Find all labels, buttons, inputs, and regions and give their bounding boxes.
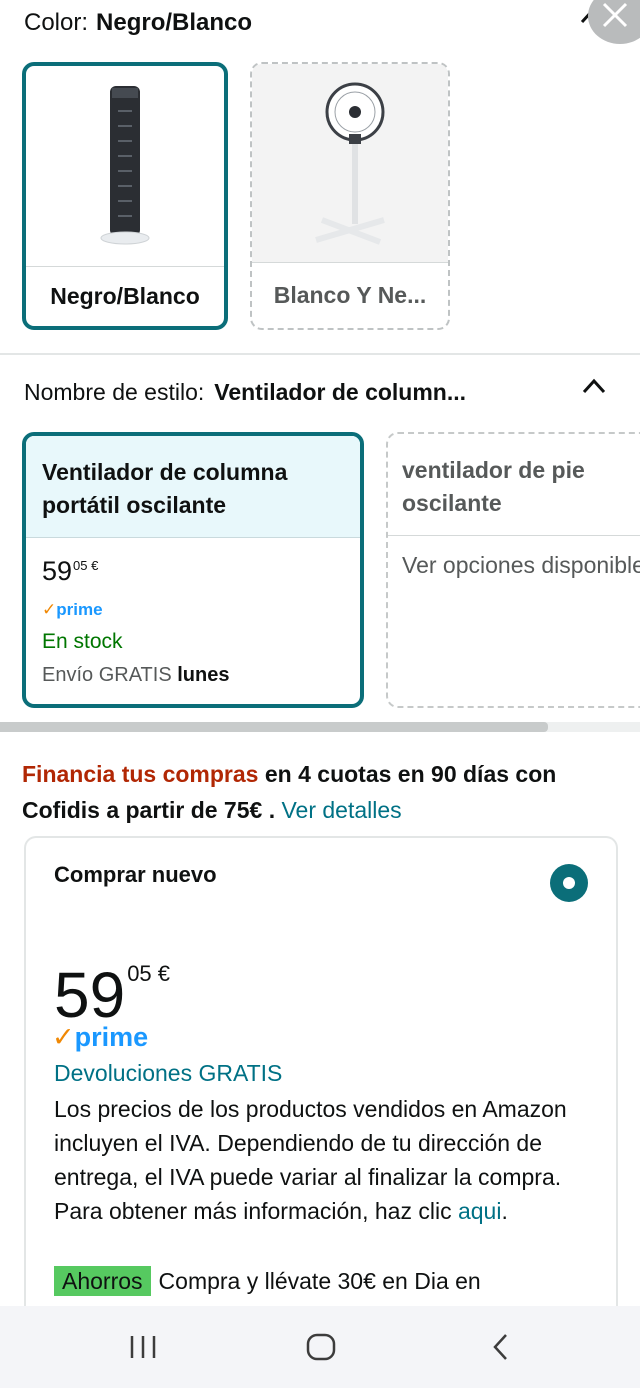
savings-offer: Ahorros Compra y llévate 30€ en Dia en	[54, 1266, 481, 1296]
pedestal-fan-image	[252, 64, 448, 262]
free-returns-link[interactable]: Devoluciones GRATIS	[54, 1060, 282, 1087]
home-icon[interactable]	[305, 1332, 337, 1362]
swatch-label: Blanco Y Ne...	[252, 262, 448, 328]
swatch-label: Negro/Blanco	[26, 266, 224, 326]
selected-style: Ventilador de column...	[214, 379, 467, 405]
color-swatch-blanco-negro[interactable]: Blanco Y Ne...	[250, 62, 450, 330]
prime-badge: ✓prime	[52, 1022, 148, 1053]
back-icon[interactable]	[486, 1332, 516, 1362]
vat-info: Los precios de los productos vendidos en…	[54, 1092, 574, 1228]
tower-fan-image	[26, 66, 224, 266]
recent-apps-icon[interactable]	[126, 1332, 160, 1362]
see-options-text: Ver opciones disponibles	[402, 552, 640, 578]
buy-new-radio[interactable]	[550, 864, 588, 902]
shipping-day: lunes	[177, 664, 230, 686]
shipping-label: Envío GRATIS	[42, 664, 172, 686]
vat-end: .	[501, 1198, 508, 1224]
style-option-title: Ventilador de columna portátil oscilante	[26, 436, 360, 538]
buy-new-card[interactable]: Comprar nuevo 5905 € ✓prime Devoluciones…	[24, 836, 618, 1356]
buy-new-title: Comprar nuevo	[54, 862, 217, 887]
close-icon	[602, 2, 628, 28]
option-price-whole: 59	[42, 556, 73, 586]
prime-check-icon: ✓	[42, 600, 57, 619]
style-option-title: ventilador de pie oscilante	[388, 434, 640, 536]
prime-badge: ✓prime	[42, 600, 103, 620]
style-option-title-line1: Ventilador de columna	[42, 459, 288, 485]
horizontal-scrollbar-thumb[interactable]	[0, 722, 548, 732]
savings-badge: Ahorros	[54, 1266, 151, 1296]
color-selector-label: Color: Negro/Blanco	[24, 6, 252, 40]
color-label: Color:	[24, 9, 89, 36]
stock-status: En stock	[42, 630, 123, 653]
financing-offer: Financia tus compras en 4 cuotas en 90 d…	[22, 756, 602, 828]
style-option-pedestal-fan[interactable]: ventilador de pie oscilante Ver opciones…	[386, 432, 640, 708]
buy-new-price-fraction: 05 €	[127, 961, 171, 986]
chevron-up-icon[interactable]	[580, 376, 608, 396]
option-price: 5905 €	[42, 556, 98, 587]
buy-new-price: 5905 €	[54, 938, 170, 1031]
section-divider	[0, 353, 640, 355]
shipping-info: Envío GRATIS lunes	[42, 664, 229, 687]
prime-label: prime	[56, 600, 103, 619]
savings-text: Compra y llévate 30€ en Dia en	[158, 1268, 481, 1294]
financing-details-link[interactable]: Ver detalles	[281, 797, 401, 823]
buy-new-price-whole: 59	[54, 959, 126, 1031]
close-button[interactable]	[588, 0, 640, 44]
style-option-title-line2: portátil oscilante	[42, 492, 227, 518]
color-swatch-negro-blanco[interactable]: Negro/Blanco	[22, 62, 228, 330]
system-navigation-bar	[0, 1306, 640, 1388]
style-option-title-line2: oscilante	[402, 490, 502, 516]
selected-color: Negro/Blanco	[96, 9, 253, 36]
prime-check-icon: ✓	[52, 1022, 75, 1052]
style-label: Nombre de estilo:	[24, 379, 205, 405]
option-price-fraction: 05 €	[73, 558, 99, 573]
style-option-column-fan[interactable]: Ventilador de columna portátil oscilante…	[22, 432, 364, 708]
style-selector-label: Nombre de estilo: Ventilador de column...	[24, 376, 466, 408]
vat-info-link[interactable]: aqui	[458, 1198, 501, 1224]
style-option-title-line1: ventilador de pie	[402, 457, 585, 483]
prime-label: prime	[74, 1022, 149, 1052]
financing-highlight: Financia tus compras	[22, 761, 259, 787]
